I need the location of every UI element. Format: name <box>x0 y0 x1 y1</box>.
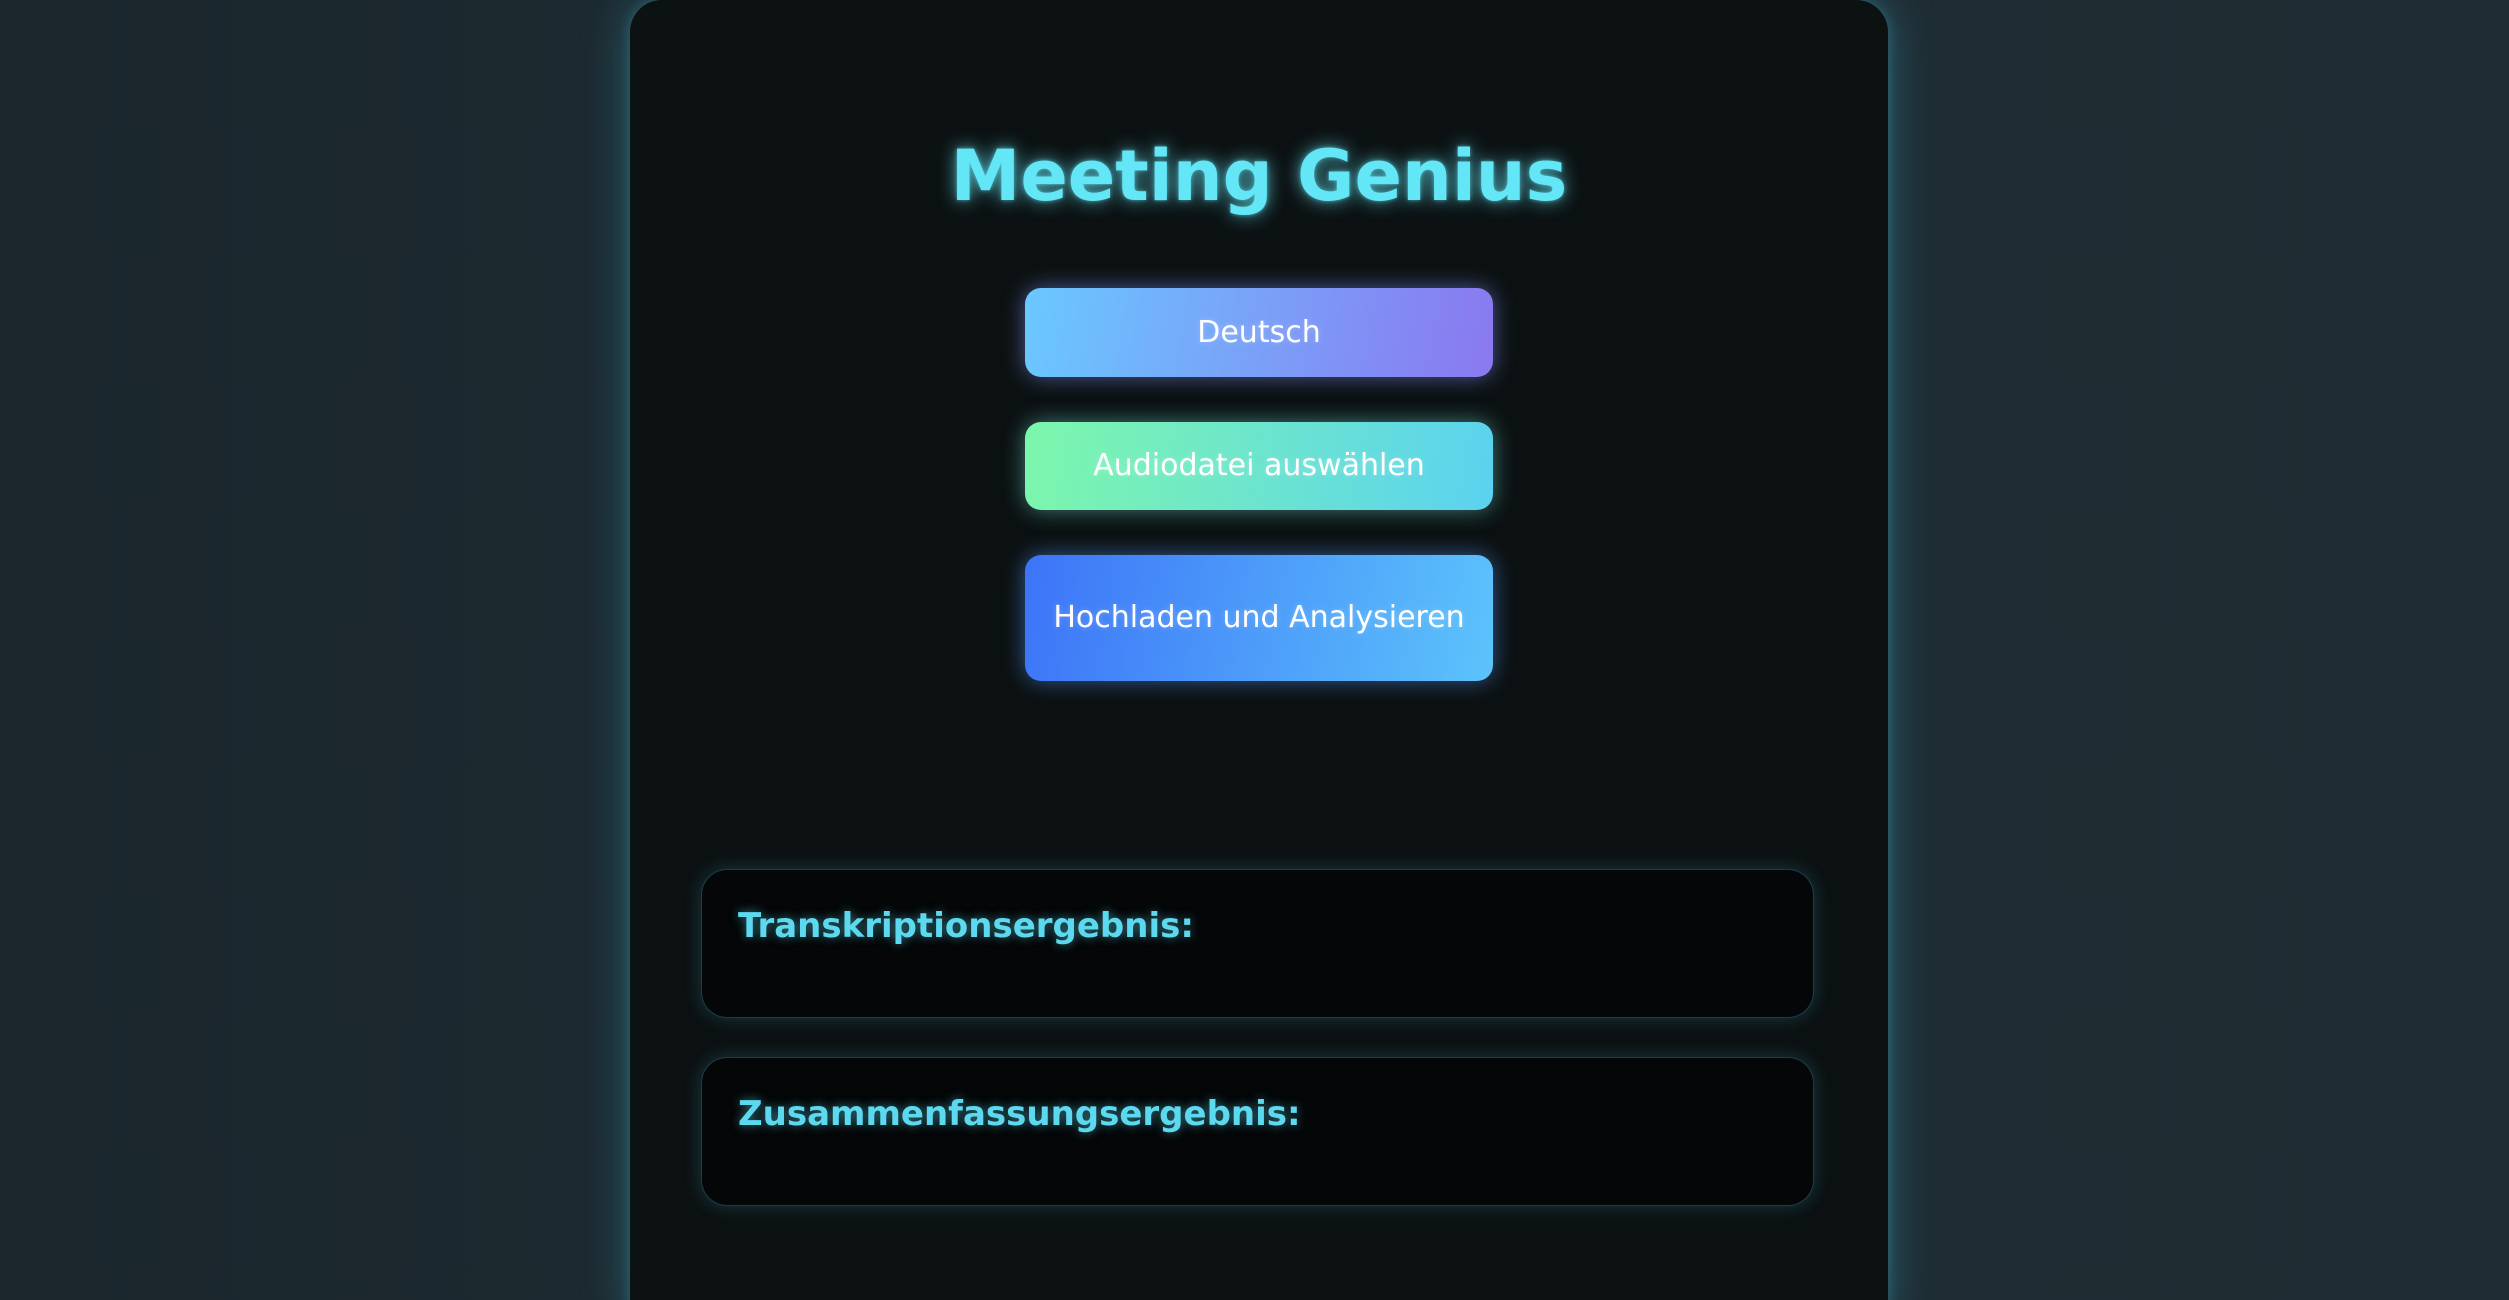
language-select-button[interactable]: Deutsch <box>1025 288 1493 377</box>
summary-result-heading: Zusammenfassungsergebnis: <box>738 1094 1301 1134</box>
page-background: Meeting Genius Deutsch Audiodatei auswäh… <box>0 0 2509 1300</box>
transcription-result-heading: Transkriptionsergebnis: <box>738 906 1194 946</box>
select-audio-file-button[interactable]: Audiodatei auswählen <box>1025 422 1493 510</box>
page-title: Meeting Genius <box>950 135 1568 217</box>
summary-result-panel: Zusammenfassungsergebnis: <box>701 1057 1814 1206</box>
main-card: Meeting Genius Deutsch Audiodatei auswäh… <box>630 0 1888 1300</box>
transcription-result-panel: Transkriptionsergebnis: <box>701 869 1814 1018</box>
upload-analyze-button[interactable]: Hochladen und Analysieren <box>1025 555 1493 681</box>
